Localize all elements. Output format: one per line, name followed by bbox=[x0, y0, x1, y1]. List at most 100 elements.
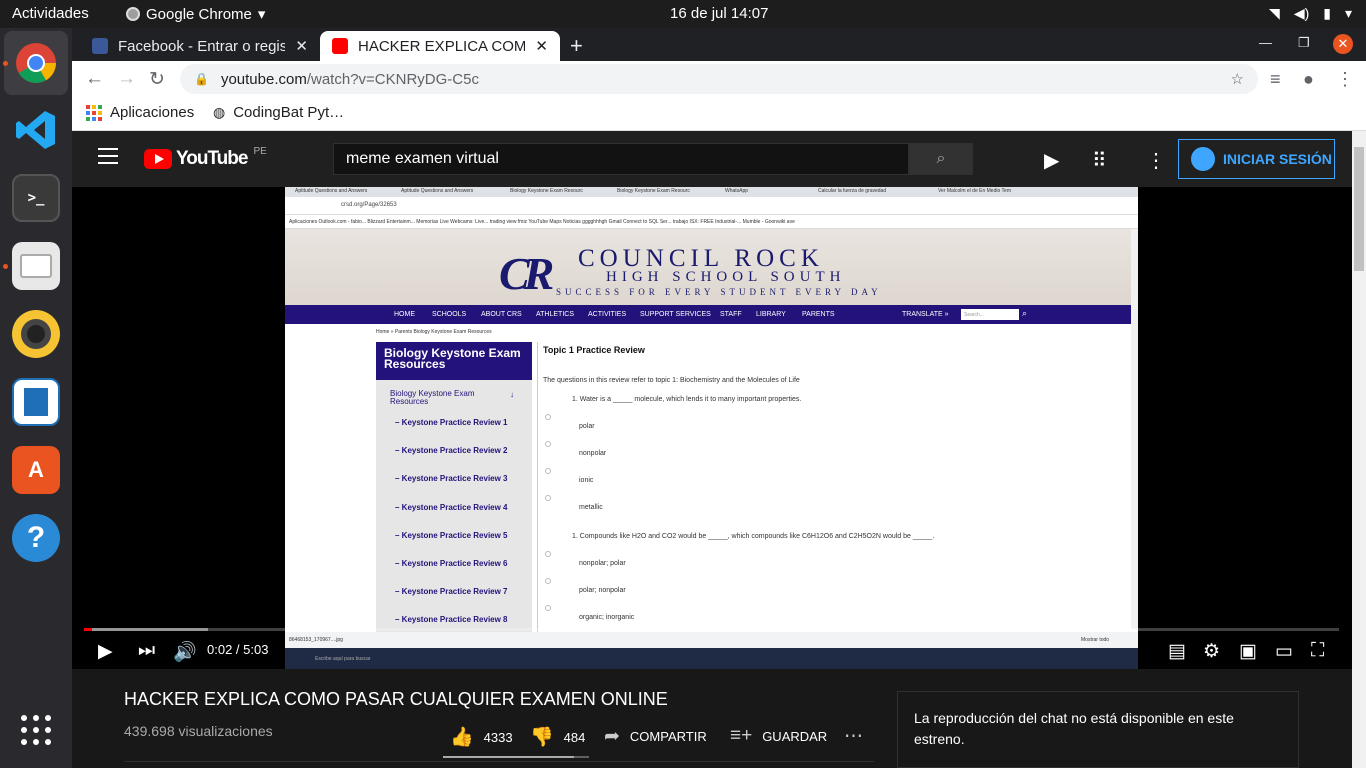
video-player[interactable]: Aptitude Questions and Answers Aptitude … bbox=[72, 187, 1352, 669]
close-tab-icon[interactable]: ✕ bbox=[295, 37, 308, 55]
dock-chrome[interactable] bbox=[4, 31, 68, 95]
scrollbar-thumb[interactable] bbox=[1354, 147, 1364, 271]
address-bar[interactable]: 🔒 youtube.com/watch?v=CKNRyDG-C5c ☆ bbox=[180, 64, 1258, 94]
next-button[interactable]: ⏭ bbox=[138, 640, 155, 662]
subtitles-icon[interactable]: ▤ bbox=[1168, 640, 1186, 663]
rhythmbox-icon bbox=[21, 319, 51, 349]
document-icon bbox=[24, 388, 48, 416]
dock-rhythmbox[interactable] bbox=[12, 310, 60, 358]
radio-button bbox=[545, 551, 551, 557]
taskbar-search: Escribe aquí para buscar bbox=[315, 656, 371, 662]
dock-files[interactable] bbox=[12, 242, 60, 290]
fullscreen-icon[interactable]: ⛶ bbox=[1311, 640, 1324, 662]
radio-button bbox=[545, 414, 551, 420]
play-button[interactable]: ▶ bbox=[98, 640, 113, 663]
video-title: HACKER EXPLICA COMO PASAR CUALQUIER EXAM… bbox=[124, 689, 668, 709]
url-domain: youtube.com bbox=[220, 70, 307, 88]
more-menu-icon[interactable]: ⋮ bbox=[1336, 69, 1354, 90]
dock-help[interactable]: ? bbox=[12, 514, 60, 562]
content-intro: The questions in this review refer to to… bbox=[543, 377, 800, 384]
volume-button[interactable]: 🔊 bbox=[173, 640, 197, 664]
school-search-box: Search... bbox=[961, 309, 1019, 320]
close-tab-icon[interactable]: ✕ bbox=[535, 37, 548, 55]
radio-button bbox=[545, 605, 551, 611]
globe-icon: ◍ bbox=[213, 104, 226, 120]
profile-icon[interactable]: ● bbox=[1303, 69, 1314, 90]
bookmark-apps[interactable]: Aplicaciones bbox=[86, 104, 194, 121]
url-path: /watch?v=CKNRyDG-C5c bbox=[306, 70, 479, 88]
option: nonpolar bbox=[579, 450, 607, 457]
files-icon bbox=[20, 254, 52, 278]
dock-show-apps[interactable] bbox=[12, 706, 60, 754]
app-name: Google Chrome bbox=[146, 5, 252, 23]
lock-icon: 🔒 bbox=[194, 72, 209, 86]
settings-gear-icon[interactable]: ⚙ bbox=[1203, 640, 1220, 663]
nav-support: SUPPORT SERVICES bbox=[640, 311, 711, 318]
clock[interactable]: 16 de jul 14:07 bbox=[670, 5, 768, 22]
recorded-tab: Ver Malcolm el de En Medio Tem bbox=[938, 188, 1011, 194]
search-button[interactable]: ⌕ bbox=[909, 143, 973, 175]
apps-grid-icon bbox=[86, 104, 102, 121]
option: polar; nonpolar bbox=[579, 587, 626, 594]
theater-mode-icon[interactable]: ▭ bbox=[1275, 640, 1293, 663]
hamburger-menu-icon[interactable] bbox=[98, 148, 118, 169]
nav-home: HOME bbox=[394, 311, 415, 318]
progress-bar[interactable] bbox=[84, 628, 1339, 631]
dislike-button[interactable]: 👎 484 bbox=[530, 725, 585, 749]
search-input[interactable]: meme examen virtual bbox=[333, 143, 909, 175]
sidebar-arrow-icon: ↓ bbox=[510, 390, 514, 399]
recorded-address-bar: crsd.org/Page/32653 bbox=[285, 197, 1138, 215]
page-scrollbar[interactable] bbox=[1352, 131, 1366, 768]
running-indicator bbox=[3, 61, 8, 66]
star-icon[interactable]: ☆ bbox=[1231, 70, 1244, 88]
app-menu[interactable]: Google Chrome ▾ bbox=[126, 5, 265, 23]
minimize-button[interactable]: — bbox=[1259, 35, 1272, 50]
youtube-logo[interactable]: YouTube PE bbox=[144, 145, 267, 170]
logo-text: YouTube bbox=[176, 148, 248, 169]
youtube-page: YouTube PE meme examen virtual ⌕ ▶ ⠿ ⋮ IN… bbox=[72, 131, 1366, 768]
system-tray[interactable]: ◥ ◀) ▮ ▾ bbox=[1269, 5, 1352, 22]
share-button[interactable]: ➦ COMPARTIR bbox=[604, 725, 707, 748]
dock-software[interactable]: A bbox=[12, 446, 60, 494]
recorded-tab: Aptitude Questions and Answers bbox=[401, 188, 474, 194]
dock-vscode[interactable] bbox=[12, 106, 60, 154]
more-actions-button[interactable]: ⋯ bbox=[844, 725, 863, 748]
create-video-icon[interactable]: ▶ bbox=[1044, 148, 1059, 173]
bookmark-codingbat[interactable]: ◍ CodingBat Pyt… bbox=[213, 104, 344, 121]
radio-button bbox=[545, 578, 551, 584]
chrome-window: Facebook - Entrar o regist ✕ HACKER EXPL… bbox=[72, 28, 1366, 131]
tab-facebook[interactable]: Facebook - Entrar o regist ✕ bbox=[80, 31, 320, 61]
save-button[interactable]: ≡+ GUARDAR bbox=[730, 725, 827, 747]
forward-button[interactable]: → bbox=[117, 68, 136, 90]
recorded-tab: Aptitude Questions and Answers bbox=[295, 188, 368, 194]
apps-icon[interactable]: ⠿ bbox=[1092, 148, 1107, 173]
nav-library: LIBRARY bbox=[756, 311, 786, 318]
school-motto: SUCCESS FOR EVERY STUDENT EVERY DAY bbox=[556, 287, 882, 297]
option: metallic bbox=[579, 504, 603, 511]
tab-label: Facebook - Entrar o regist bbox=[118, 37, 286, 55]
sidebar-link: – Keystone Practice Review 4 bbox=[395, 503, 508, 512]
miniplayer-icon[interactable]: ▣ bbox=[1239, 640, 1257, 663]
country-code: PE bbox=[253, 145, 267, 157]
like-ratio-bar bbox=[443, 756, 589, 758]
question-2: 1. Compounds like H2O and CO2 would be _… bbox=[572, 533, 935, 540]
recorded-tab-strip: Aptitude Questions and Answers Aptitude … bbox=[285, 187, 1138, 197]
reload-button[interactable]: ↻ bbox=[149, 68, 165, 91]
sign-in-button[interactable]: INICIAR SESIÓN bbox=[1178, 139, 1335, 179]
more-horizontal-icon: ⋯ bbox=[844, 726, 863, 747]
like-button[interactable]: 👍 4333 bbox=[450, 725, 513, 749]
new-tab-button[interactable]: + bbox=[570, 33, 583, 59]
window-close-button[interactable]: ✕ bbox=[1333, 34, 1353, 54]
maximize-button[interactable]: ❐ bbox=[1298, 35, 1310, 51]
school-subtitle: HIGH SCHOOL SOUTH bbox=[606, 269, 846, 285]
nav-schools: SCHOOLS bbox=[432, 311, 467, 318]
back-button[interactable]: ← bbox=[85, 68, 104, 90]
recorded-tab: Biology Keystone Exam Resourc bbox=[617, 188, 690, 194]
activities-button[interactable]: Actividades bbox=[12, 5, 89, 22]
dock-writer[interactable] bbox=[12, 378, 60, 426]
media-control-icon[interactable]: ≡ bbox=[1270, 69, 1281, 90]
chrome-toolbar: ← → ↻ 🔒 youtube.com/watch?v=CKNRyDG-C5c … bbox=[72, 61, 1366, 97]
settings-more-icon[interactable]: ⋮ bbox=[1146, 148, 1166, 173]
dock-terminal[interactable]: >_ bbox=[12, 174, 60, 222]
tab-youtube[interactable]: HACKER EXPLICA COMO P ✕ bbox=[320, 31, 560, 61]
